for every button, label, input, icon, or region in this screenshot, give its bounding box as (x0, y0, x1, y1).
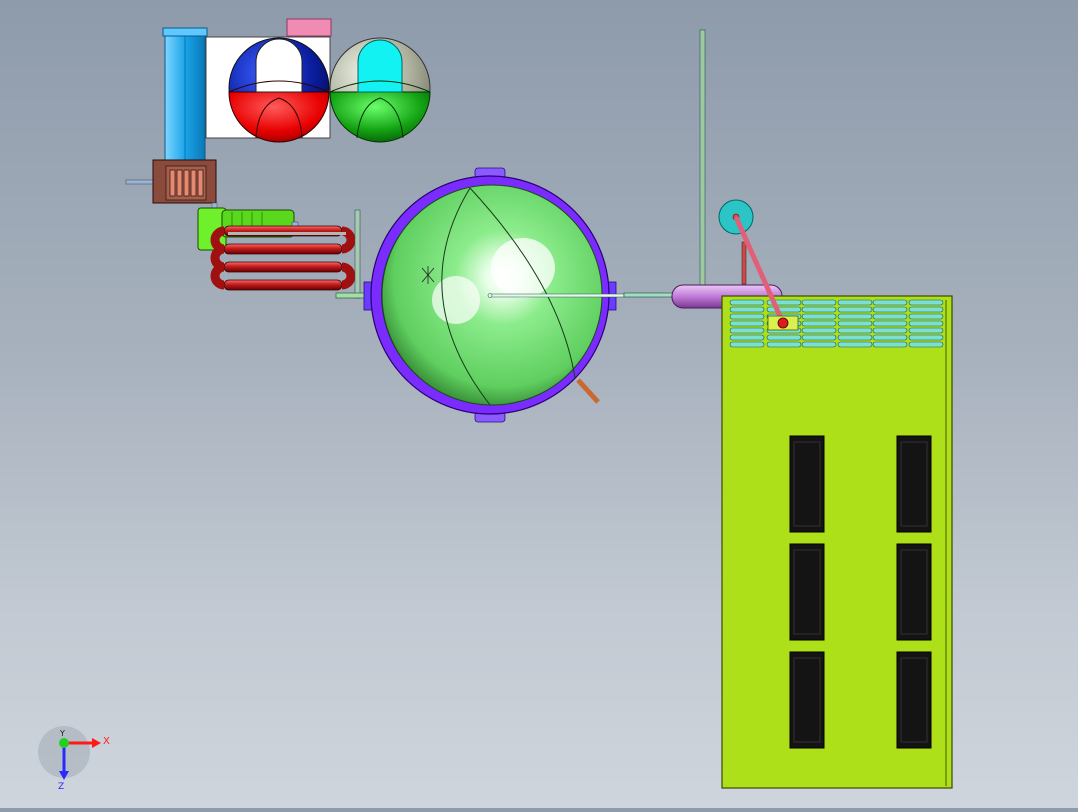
triad-y-label: Y (59, 729, 65, 738)
cad-viewport[interactable]: X Y Z (0, 0, 1078, 808)
vent-louver (837, 320, 873, 327)
vent-louver (729, 306, 765, 313)
vent-louver (908, 334, 944, 341)
blue-red-sphere[interactable] (228, 37, 330, 143)
vent-louver (766, 334, 802, 341)
vent-louver (729, 320, 765, 327)
vent-louver (801, 306, 837, 313)
vent-louver (837, 299, 873, 306)
vent-louver (801, 334, 837, 341)
vent-louver (872, 341, 908, 348)
vent-louver (729, 341, 765, 348)
vent-louver (908, 327, 944, 334)
cabinet-window-slot (896, 435, 932, 533)
vent-louver (837, 334, 873, 341)
cad-model-drawing: X Y Z (38, 18, 953, 792)
triad-y-axis-icon (59, 738, 69, 748)
vent-louver (801, 327, 837, 334)
triad-x-label: X (103, 736, 110, 747)
cabinet-window-slot (896, 543, 932, 641)
cabinet-window-slot (789, 435, 825, 533)
green-sphere[interactable] (329, 37, 431, 143)
cabinet-window-slot (896, 651, 932, 749)
vent-louver (729, 313, 765, 320)
vent-louver (801, 299, 837, 306)
vent-louver (729, 299, 765, 306)
support-post (354, 209, 361, 299)
vent-louver (872, 299, 908, 306)
triad-z-label: Z (58, 782, 64, 792)
vent-louver (837, 306, 873, 313)
cabinet-window-slot (789, 543, 825, 641)
triad-x-arrow-icon (92, 738, 101, 748)
vent-louver (801, 313, 837, 320)
vent-louver (872, 327, 908, 334)
coil-heat-exchanger[interactable] (210, 225, 356, 291)
vent-louver (837, 327, 873, 334)
vent-louver (729, 327, 765, 334)
vent-louver (872, 313, 908, 320)
vent-louver (908, 313, 944, 320)
vent-louver (908, 306, 944, 313)
vent-louver (908, 341, 944, 348)
vent-louver (872, 306, 908, 313)
vent-louver (766, 306, 802, 313)
cabinet-window-slot (789, 651, 825, 749)
vent-louver (801, 341, 837, 348)
vent-louver (908, 320, 944, 327)
control-cabinet[interactable] (721, 295, 953, 789)
mast (699, 29, 706, 286)
vent-louver (837, 313, 873, 320)
vent-louver (766, 341, 802, 348)
vent-louver (872, 320, 908, 327)
coordinate-triad: X Y Z (38, 726, 110, 792)
vent-louver (908, 299, 944, 306)
vent-louver (729, 334, 765, 341)
main-sphere-vessel[interactable] (363, 167, 625, 423)
vent-louver (872, 334, 908, 341)
valve-manifold[interactable] (125, 159, 218, 212)
vent-louver (801, 320, 837, 327)
vent-louver (837, 341, 873, 348)
